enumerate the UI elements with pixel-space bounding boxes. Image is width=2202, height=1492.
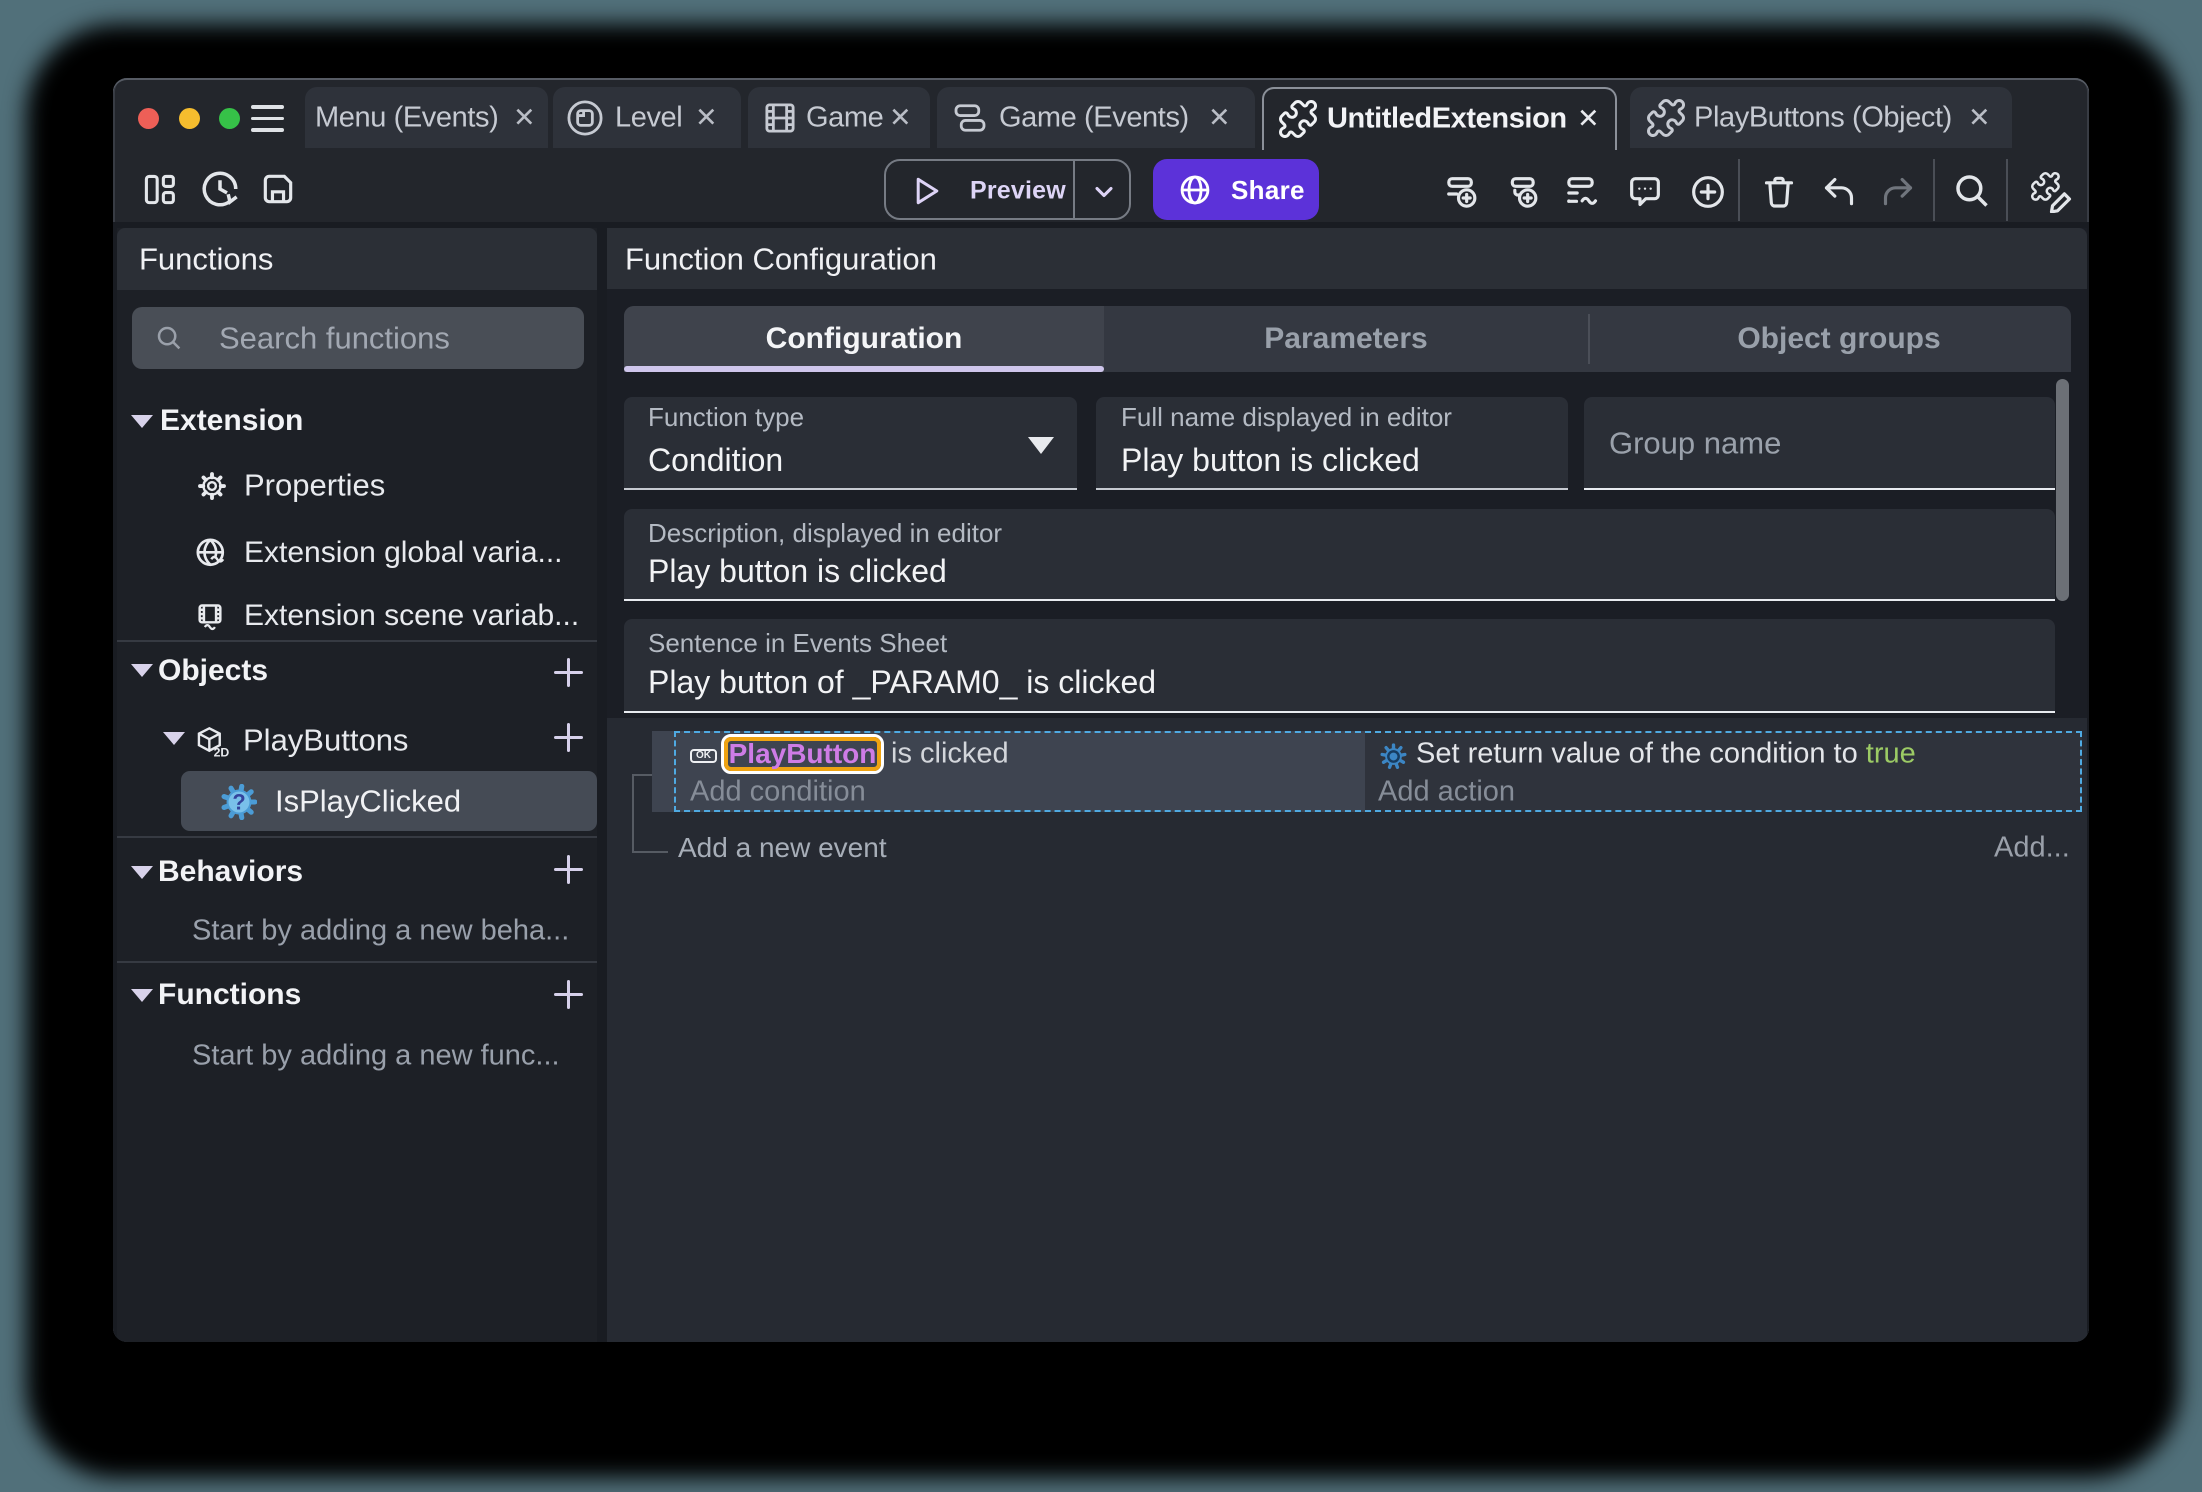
svg-text:2D: 2D — [214, 745, 230, 759]
svg-text:?: ? — [232, 790, 245, 815]
